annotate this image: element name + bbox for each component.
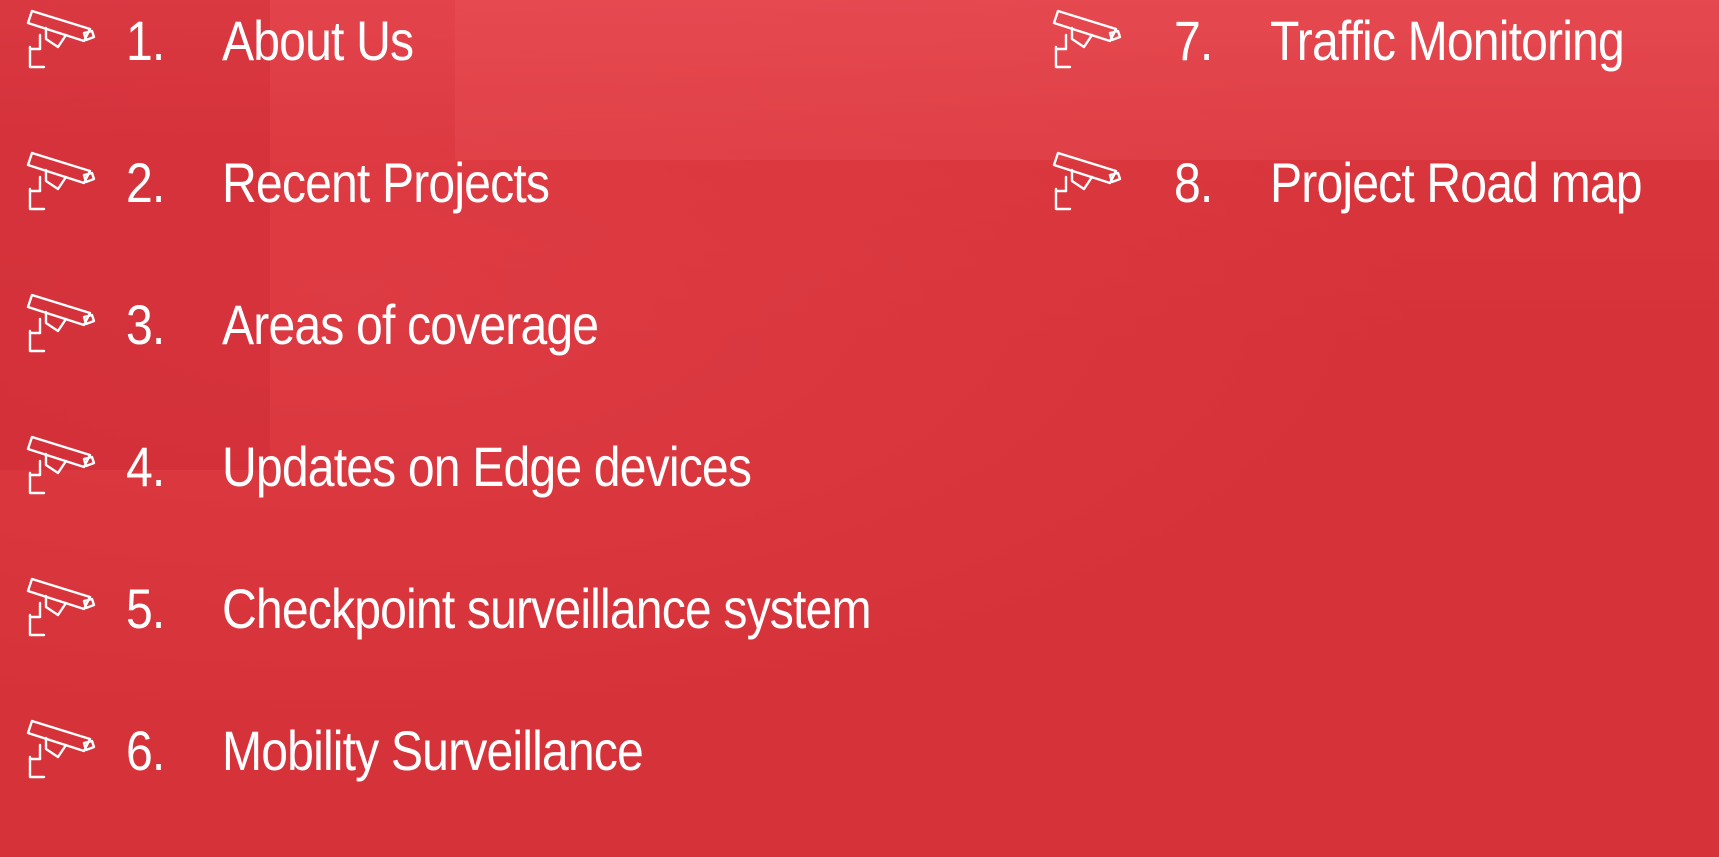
cctv-camera-icon [26,577,96,637]
agenda-item-7[interactable]: 7. Traffic Monitoring [1052,0,1719,90]
agenda-item-label: Project Road map [1270,150,1643,214]
agenda-item-5[interactable]: 5. Checkpoint surveillance system [0,558,1000,658]
agenda-item-number: 3. [126,292,165,356]
agenda-item-label: Recent Projects [222,150,550,214]
agenda-item-number: 8. [1174,150,1213,214]
agenda-item-label: About Us [222,8,414,72]
cctv-camera-icon [26,151,96,211]
agenda-item-4[interactable]: 4. Updates on Edge devices [0,416,1000,516]
cctv-camera-icon [1052,151,1122,211]
agenda-item-number: 1. [126,8,165,72]
cctv-camera-icon [26,293,96,353]
agenda-item-label: Checkpoint surveillance system [222,576,872,640]
agenda-item-1[interactable]: 1. About Us [0,0,1000,90]
agenda-item-3[interactable]: 3. Areas of coverage [0,274,1000,374]
cctv-camera-icon [1052,9,1122,69]
agenda-item-2[interactable]: 2. Recent Projects [0,132,1000,232]
agenda-item-label: Updates on Edge devices [222,434,752,498]
agenda-item-label: Mobility Surveillance [222,718,644,782]
agenda-item-number: 2. [126,150,165,214]
agenda-item-6[interactable]: 6. Mobility Surveillance [0,700,1000,800]
agenda-item-number: 7. [1174,8,1213,72]
agenda-item-label: Areas of coverage [222,292,599,356]
cctv-camera-icon [26,719,96,779]
agenda-item-label: Traffic Monitoring [1270,8,1625,72]
cctv-camera-icon [26,435,96,495]
cctv-camera-icon [26,9,96,69]
agenda-item-number: 5. [126,576,165,640]
agenda-item-number: 6. [126,718,165,782]
agenda-item-number: 4. [126,434,165,498]
agenda-item-8[interactable]: 8. Project Road map [1052,132,1719,232]
